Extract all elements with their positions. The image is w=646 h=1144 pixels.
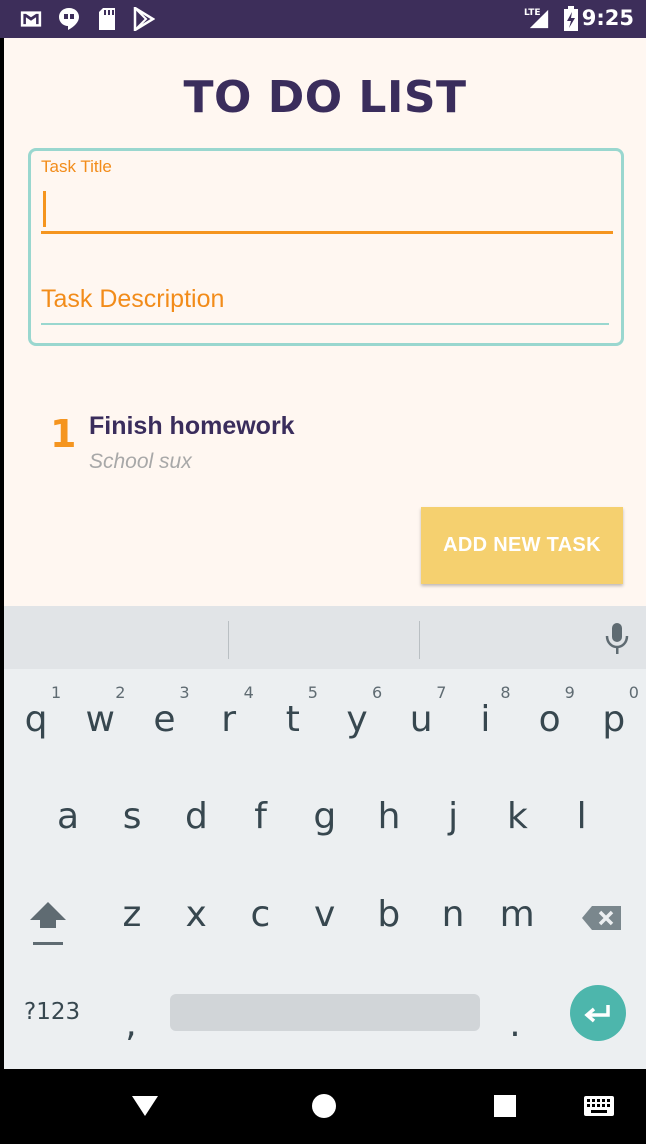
recents-icon[interactable]: [494, 1095, 516, 1122]
key-n[interactable]: n: [433, 894, 473, 935]
key-hint-3: 3: [179, 683, 190, 702]
signal-icon: [528, 8, 550, 30]
key-l[interactable]: l: [562, 796, 602, 837]
key-r[interactable]: r: [209, 699, 249, 740]
key-t[interactable]: t: [273, 699, 313, 740]
key-f[interactable]: f: [241, 796, 281, 837]
key-hint-1: 1: [51, 683, 62, 702]
key-hint-9: 9: [564, 683, 575, 702]
home-icon[interactable]: [311, 1093, 337, 1124]
key-c[interactable]: c: [240, 894, 280, 935]
key-i[interactable]: i: [465, 699, 505, 740]
backspace-key[interactable]: [580, 900, 624, 930]
key-hint-5: 5: [307, 683, 318, 702]
keyboard-switch-icon[interactable]: [584, 1096, 614, 1121]
hangouts-icon: [58, 8, 80, 30]
key-hint-2: 2: [115, 683, 126, 702]
key-z[interactable]: z: [112, 894, 152, 935]
key-g[interactable]: g: [305, 796, 345, 837]
key-j[interactable]: j: [433, 796, 473, 837]
key-y[interactable]: y: [337, 699, 377, 740]
key-d[interactable]: d: [176, 796, 216, 837]
task-list-item[interactable]: 1 Finish homework School sux: [50, 408, 610, 478]
battery-charging-icon: [560, 6, 582, 31]
period-key[interactable]: .: [500, 1004, 530, 1045]
task-title-label: Task Title: [41, 157, 112, 176]
comma-key[interactable]: ,: [116, 1004, 146, 1045]
key-h[interactable]: h: [369, 796, 409, 837]
key-m[interactable]: m: [497, 894, 537, 935]
space-bar[interactable]: [170, 994, 480, 1031]
sd-card-icon: [96, 8, 118, 30]
key-a[interactable]: a: [48, 796, 88, 837]
shift-key[interactable]: [26, 896, 70, 946]
symbols-key[interactable]: ?123: [24, 999, 80, 1025]
key-u[interactable]: u: [401, 699, 441, 740]
task-title-input[interactable]: [41, 181, 613, 234]
key-o[interactable]: o: [530, 699, 570, 740]
key-e[interactable]: e: [144, 699, 184, 740]
clock: 9:25: [581, 6, 634, 30]
task-description-input[interactable]: [41, 275, 609, 325]
suggestion-divider: [419, 621, 420, 659]
key-x[interactable]: x: [176, 894, 216, 935]
key-hint-8: 8: [500, 683, 511, 702]
key-w[interactable]: w: [80, 699, 120, 740]
key-hint-7: 7: [436, 683, 447, 702]
status-bar: LTE 9:25: [0, 0, 646, 38]
suggestion-divider: [228, 621, 229, 659]
key-k[interactable]: k: [497, 796, 537, 837]
play-store-icon: [133, 7, 155, 31]
suggestion-bar: [4, 606, 646, 669]
key-b[interactable]: b: [369, 894, 409, 935]
task-form-card: Task Title: [28, 148, 624, 346]
enter-key[interactable]: [570, 985, 626, 1041]
microphone-icon[interactable]: [604, 622, 630, 656]
key-s[interactable]: s: [112, 796, 152, 837]
key-hint-4: 4: [243, 683, 254, 702]
app-screen: TO DO LIST Task Title 1 Finish homework …: [4, 38, 646, 606]
page-title: TO DO LIST: [183, 72, 467, 123]
key-q[interactable]: q: [16, 699, 56, 740]
gmail-icon: [20, 8, 42, 30]
key-hint-0: 0: [628, 683, 639, 702]
task-number: 1: [50, 412, 77, 456]
enter-arrow-icon: [584, 1005, 610, 1023]
text-cursor: [43, 191, 46, 227]
key-p[interactable]: p: [594, 699, 634, 740]
add-new-task-button[interactable]: ADD NEW TASK: [421, 507, 623, 584]
task-title: Finish homework: [89, 412, 295, 440]
navigation-bar: [0, 1069, 646, 1144]
task-description: School sux: [89, 450, 192, 473]
key-hint-6: 6: [372, 683, 383, 702]
back-icon[interactable]: [131, 1094, 159, 1123]
soft-keyboard: q1w2e3r4t5y6u7i8o9p0 asdfghjkl zxcvbnm ?…: [4, 606, 646, 1069]
key-v[interactable]: v: [305, 894, 345, 935]
